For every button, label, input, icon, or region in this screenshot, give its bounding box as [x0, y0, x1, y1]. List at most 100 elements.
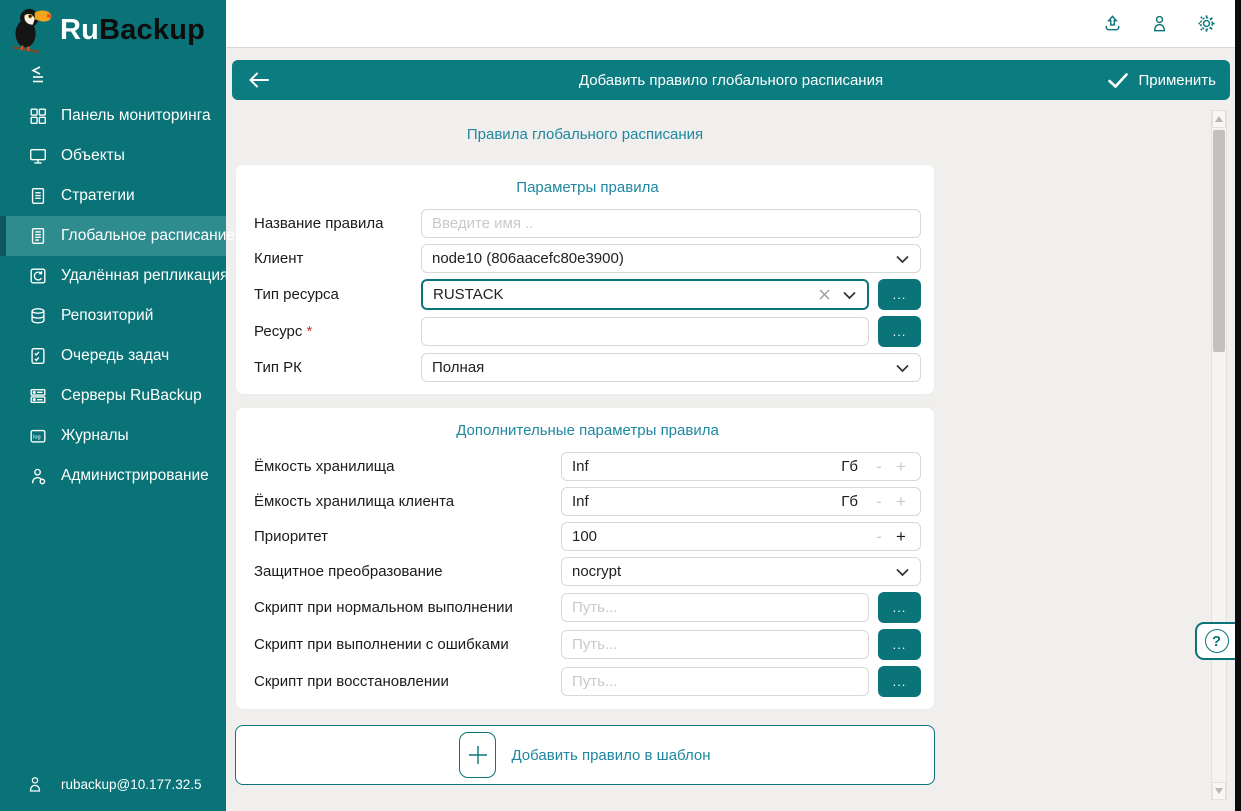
sidebar-item-global-schedule[interactable]: Глобальное расписание — [0, 216, 226, 256]
apply-label: Применить — [1138, 72, 1216, 89]
sidebar-item-monitoring[interactable]: Панель мониторинга — [0, 96, 226, 136]
dashboard-icon — [28, 106, 48, 126]
rule-name-label: Название правила — [254, 215, 421, 232]
client-capacity-input[interactable] — [562, 493, 841, 510]
servers-icon — [28, 386, 48, 406]
brand-text: RuBackup — [60, 14, 205, 47]
screen-edge-strip — [1235, 0, 1241, 811]
sidebar: RuBackup Панель мониторинга Объекты Стра… — [0, 0, 226, 811]
script-ok-browse-button[interactable]: ... — [878, 592, 921, 623]
chevron-down-icon — [843, 291, 856, 300]
scroll-down-button[interactable] — [1212, 782, 1226, 800]
decrement-button[interactable]: - — [872, 492, 886, 512]
resource-type-label: Тип ресурса — [254, 286, 421, 303]
scrollbar-thumb[interactable] — [1213, 130, 1225, 352]
script-restore-browse-button[interactable]: ... — [878, 666, 921, 697]
upload-icon[interactable] — [1102, 13, 1123, 34]
sidebar-item-strategies[interactable]: Стратегии — [0, 176, 226, 216]
unit-label: Гб — [841, 493, 858, 510]
script-ok-label: Скрипт при нормальном выполнении — [254, 599, 561, 616]
sidebar-nav: Панель мониторинга Объекты Стратегии Гло… — [0, 96, 226, 496]
script-error-label: Скрипт при выполнении с ошибками — [254, 636, 561, 653]
storage-capacity-input[interactable] — [562, 458, 841, 475]
apply-button[interactable]: Применить — [1107, 72, 1216, 89]
rule-name-input[interactable] — [421, 209, 921, 238]
database-icon — [28, 306, 48, 326]
current-user[interactable]: rubackup@10.177.32.5 — [0, 775, 226, 811]
priority-label: Приоритет — [254, 528, 561, 545]
main-content: Добавить правило глобального расписания … — [226, 48, 1241, 811]
storage-capacity-stepper: Гб - + — [561, 452, 921, 481]
script-ok-input[interactable] — [561, 593, 869, 622]
monitor-icon — [28, 146, 48, 166]
rule-params-card: Параметры правила Название правила Клиен… — [235, 164, 935, 395]
sidebar-item-servers[interactable]: Серверы RuBackup — [0, 376, 226, 416]
script-ok-row: Скрипт при нормальном выполнении ... — [254, 592, 921, 623]
toucan-logo-icon — [10, 6, 54, 54]
crypto-row: Защитное преобразование nocrypt — [254, 557, 921, 586]
sidebar-collapse-icon[interactable] — [28, 64, 50, 86]
sidebar-item-label: Стратегии — [61, 187, 135, 205]
chevron-down-icon — [896, 364, 909, 373]
action-bar: Добавить правило глобального расписания … — [232, 60, 1230, 100]
additional-params-title: Дополнительные параметры правила — [254, 422, 921, 439]
increment-button[interactable]: + — [894, 492, 908, 512]
triangle-down-icon — [1215, 788, 1223, 794]
schedule-icon — [28, 226, 48, 246]
rule-name-row: Название правила — [254, 209, 921, 238]
svg-text:log: log — [33, 435, 41, 441]
resource-row: Ресурс * ... — [254, 316, 921, 347]
client-row: Клиент node10 (806aacefc80e3900) — [254, 244, 921, 273]
help-button[interactable]: ? — [1195, 622, 1236, 660]
client-value: node10 (806aacefc80e3900) — [432, 250, 624, 267]
sidebar-item-remote-replication[interactable]: Удалённая репликация — [0, 256, 226, 296]
priority-input[interactable] — [562, 528, 872, 545]
rk-type-value: Полная — [432, 359, 484, 376]
sidebar-item-label: Панель мониторинга — [61, 107, 211, 125]
clear-icon[interactable] — [818, 288, 831, 301]
required-mark: * — [307, 323, 313, 340]
priority-stepper: - + — [561, 522, 921, 551]
vertical-scrollbar[interactable] — [1211, 110, 1227, 800]
client-label: Клиент — [254, 250, 421, 267]
rk-type-select[interactable]: Полная — [421, 353, 921, 382]
script-restore-input[interactable] — [561, 667, 869, 696]
resource-input[interactable] — [421, 317, 869, 346]
sidebar-item-label: Репозиторий — [61, 307, 153, 325]
settings-gear-icon[interactable] — [1196, 13, 1217, 34]
chevron-down-icon — [896, 255, 909, 264]
script-restore-row: Скрипт при восстановлении ... — [254, 666, 921, 697]
sidebar-item-label: Журналы — [61, 427, 129, 445]
back-arrow-icon[interactable] — [246, 69, 272, 91]
add-rule-to-template-label: Добавить правило в шаблон — [511, 747, 710, 764]
crypto-select[interactable]: nocrypt — [561, 557, 921, 586]
sidebar-item-administration[interactable]: Администрирование — [0, 456, 226, 496]
decrement-button[interactable]: - — [872, 457, 886, 477]
decrement-button[interactable]: - — [872, 527, 886, 547]
page-title: Добавить правило глобального расписания — [232, 72, 1230, 89]
script-error-browse-button[interactable]: ... — [878, 629, 921, 660]
client-capacity-row: Ёмкость хранилища клиента Гб - + — [254, 487, 921, 516]
scroll-up-button[interactable] — [1212, 110, 1226, 128]
add-rule-to-template-button[interactable]: Добавить правило в шаблон — [235, 725, 935, 785]
rk-type-label: Тип РК — [254, 359, 421, 376]
script-error-input[interactable] — [561, 630, 869, 659]
sidebar-item-label: Объекты — [61, 147, 125, 165]
increment-button[interactable]: + — [894, 457, 908, 477]
resource-label: Ресурс * — [254, 323, 421, 340]
sidebar-item-logs[interactable]: log Журналы — [0, 416, 226, 456]
resource-type-browse-button[interactable]: ... — [878, 279, 921, 310]
user-icon — [26, 775, 44, 793]
triangle-up-icon — [1215, 116, 1223, 122]
resource-type-combobox[interactable]: RUSTACK — [421, 279, 869, 310]
user-profile-icon[interactable] — [1149, 13, 1170, 34]
increment-button[interactable]: + — [894, 527, 908, 547]
client-select[interactable]: node10 (806aacefc80e3900) — [421, 244, 921, 273]
resource-browse-button[interactable]: ... — [878, 316, 921, 347]
sidebar-item-task-queue[interactable]: Очередь задач — [0, 336, 226, 376]
sidebar-item-objects[interactable]: Объекты — [0, 136, 226, 176]
client-capacity-label: Ёмкость хранилища клиента — [254, 493, 561, 510]
sidebar-item-label: Администрирование — [61, 467, 209, 485]
sidebar-item-repository[interactable]: Репозиторий — [0, 296, 226, 336]
user-address: rubackup@10.177.32.5 — [61, 777, 202, 792]
